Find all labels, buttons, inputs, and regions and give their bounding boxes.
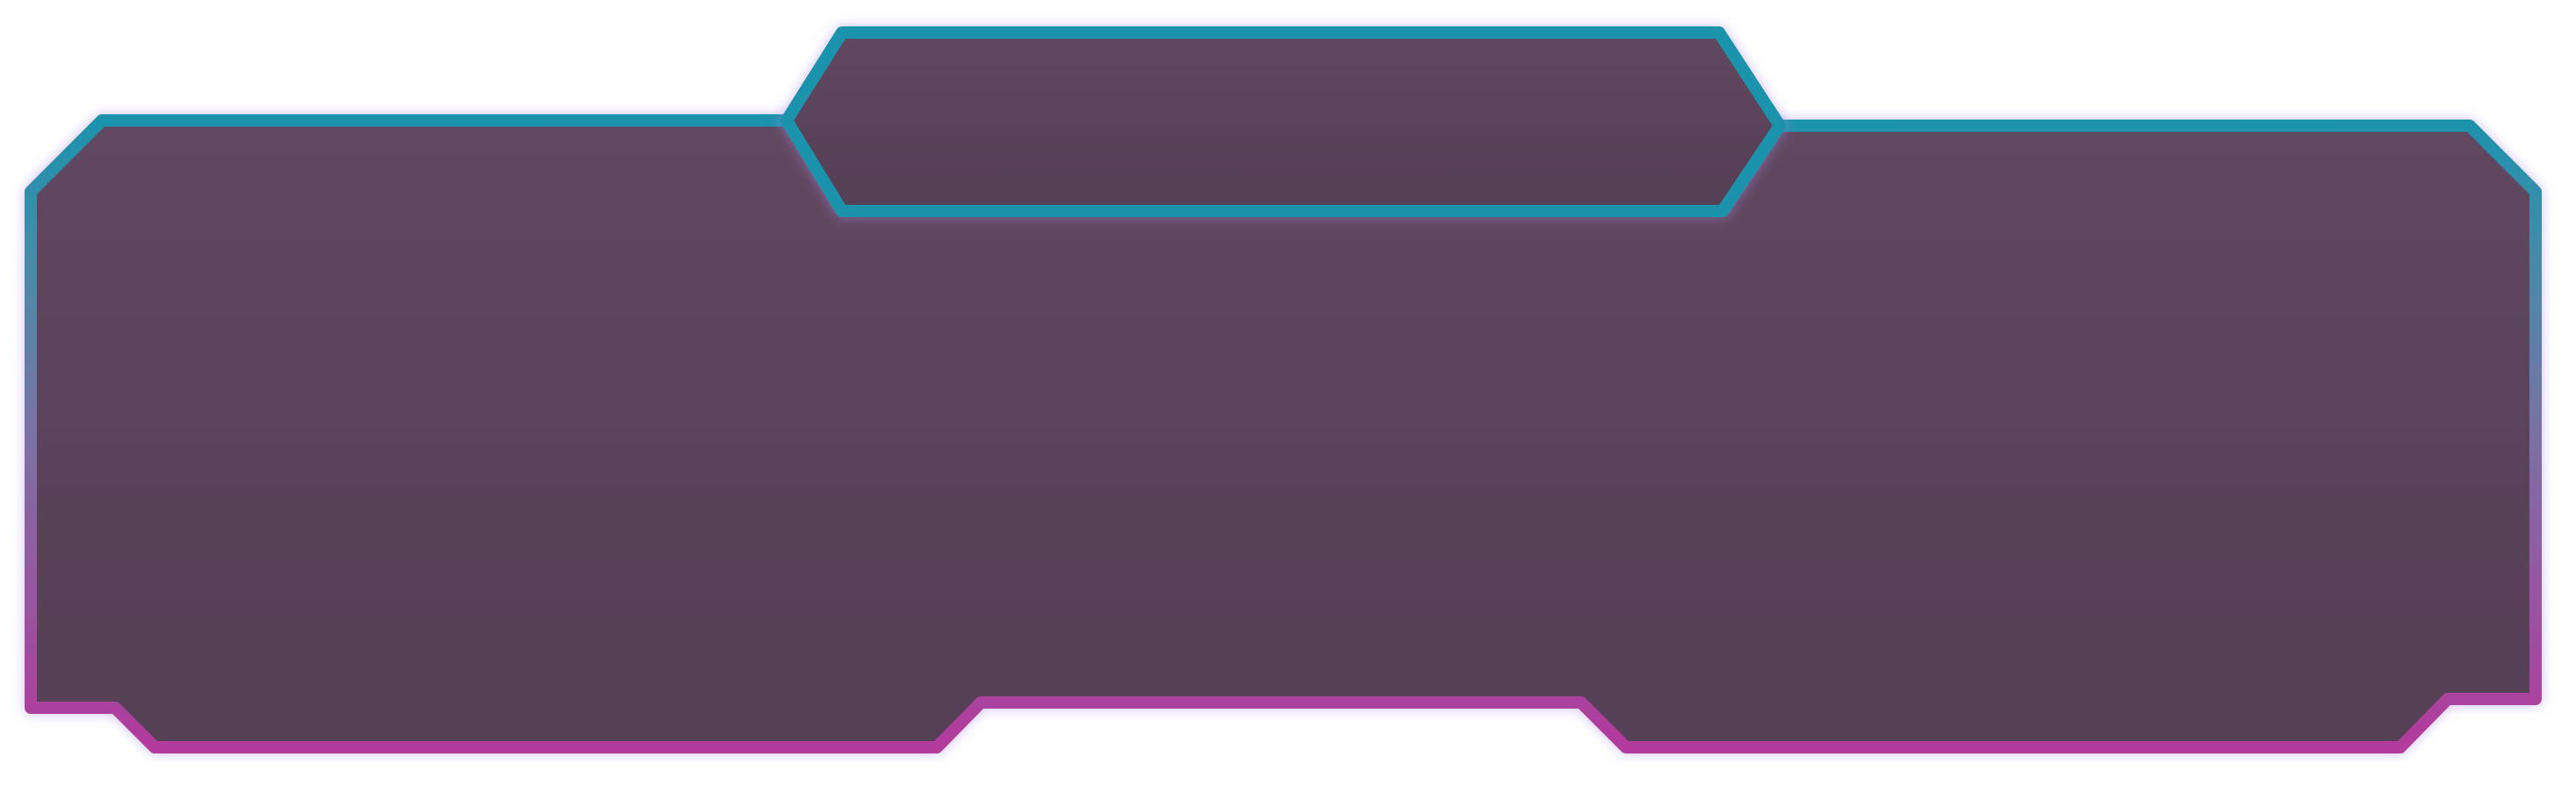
top-tab-panel	[780, 26, 1786, 217]
hud-frame	[0, 0, 2576, 786]
hud-frame-graphic	[25, 26, 2542, 753]
